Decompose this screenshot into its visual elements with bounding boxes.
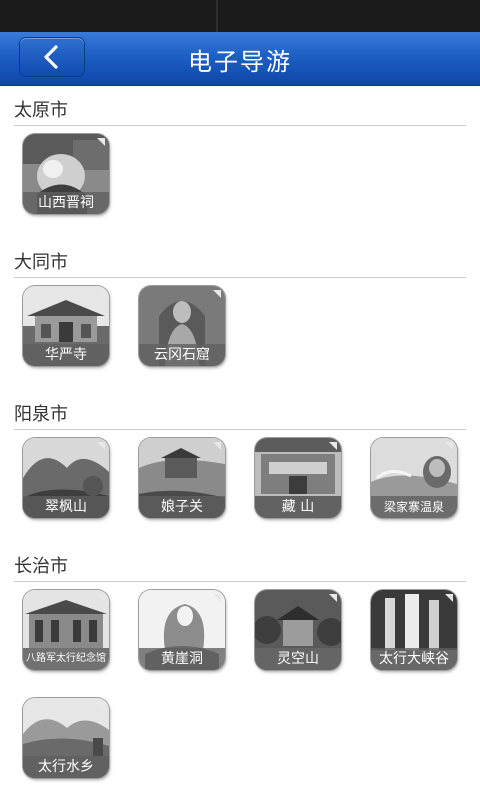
attraction-tile-liangjiazhai-hot-spring[interactable]: 梁家寨温泉	[371, 438, 457, 518]
tile-caption: 八路军太行纪念馆	[23, 648, 109, 670]
attraction-tile-huayan-temple[interactable]: 华严寺	[23, 286, 109, 366]
tile-caption: 翠枫山	[23, 496, 109, 518]
attraction-tile-taihang-grand-canyon[interactable]: 太行大峡谷	[371, 590, 457, 670]
section-divider	[14, 429, 466, 430]
attraction-tile-taihang-water-town[interactable]: 太行水乡	[23, 698, 109, 778]
section-title-datong: 大同市	[14, 252, 68, 273]
attraction-tile-zang-mountain[interactable]: 藏 山	[255, 438, 341, 518]
attraction-tile-cuifeng-mountain[interactable]: 翠枫山	[23, 438, 109, 518]
attraction-tile-niangzi-pass[interactable]: 娘子关	[139, 438, 225, 518]
section-divider	[14, 581, 466, 582]
corner-fold-icon	[97, 290, 105, 298]
tile-caption: 华严寺	[23, 344, 109, 366]
tile-caption: 灵空山	[255, 648, 341, 670]
section-title-changzhi: 长治市	[14, 556, 68, 577]
corner-fold-icon	[329, 594, 337, 602]
corner-fold-icon	[97, 442, 105, 450]
corner-fold-icon	[97, 702, 105, 710]
app-header: 电子导游	[0, 32, 480, 86]
section-title-yangquan: 阳泉市	[14, 404, 68, 425]
corner-fold-icon	[213, 290, 221, 298]
status-bar	[0, 0, 480, 32]
corner-fold-icon	[445, 594, 453, 602]
tile-caption: 太行大峡谷	[371, 648, 457, 670]
tile-caption: 黄崖洞	[139, 648, 225, 670]
attraction-tile-yungang-grottoes[interactable]: 云冈石窟	[139, 286, 225, 366]
attraction-tile-eighth-route-army-memorial[interactable]: 八路军太行纪念馆	[23, 590, 109, 670]
attraction-tile-lingkong-mountain[interactable]: 灵空山	[255, 590, 341, 670]
corner-fold-icon	[213, 442, 221, 450]
corner-fold-icon	[213, 594, 221, 602]
tile-caption: 山西晋祠	[23, 192, 109, 214]
corner-fold-icon	[329, 442, 337, 450]
section-title-taiyuan: 太原市	[14, 100, 68, 121]
tile-caption: 云冈石窟	[139, 344, 225, 366]
tile-caption: 太行水乡	[23, 756, 109, 778]
tile-caption: 娘子关	[139, 496, 225, 518]
section-divider	[14, 277, 466, 278]
attraction-tile-huangya-cave[interactable]: 黄崖洞	[139, 590, 225, 670]
tile-caption: 藏 山	[255, 496, 341, 518]
corner-fold-icon	[445, 442, 453, 450]
section-divider	[14, 125, 466, 126]
tile-caption: 梁家寨温泉	[371, 496, 457, 518]
corner-fold-icon	[97, 594, 105, 602]
attraction-tile-jinci[interactable]: 山西晋祠	[23, 134, 109, 214]
page-title: 电子导游	[188, 48, 292, 76]
corner-fold-icon	[97, 138, 105, 146]
